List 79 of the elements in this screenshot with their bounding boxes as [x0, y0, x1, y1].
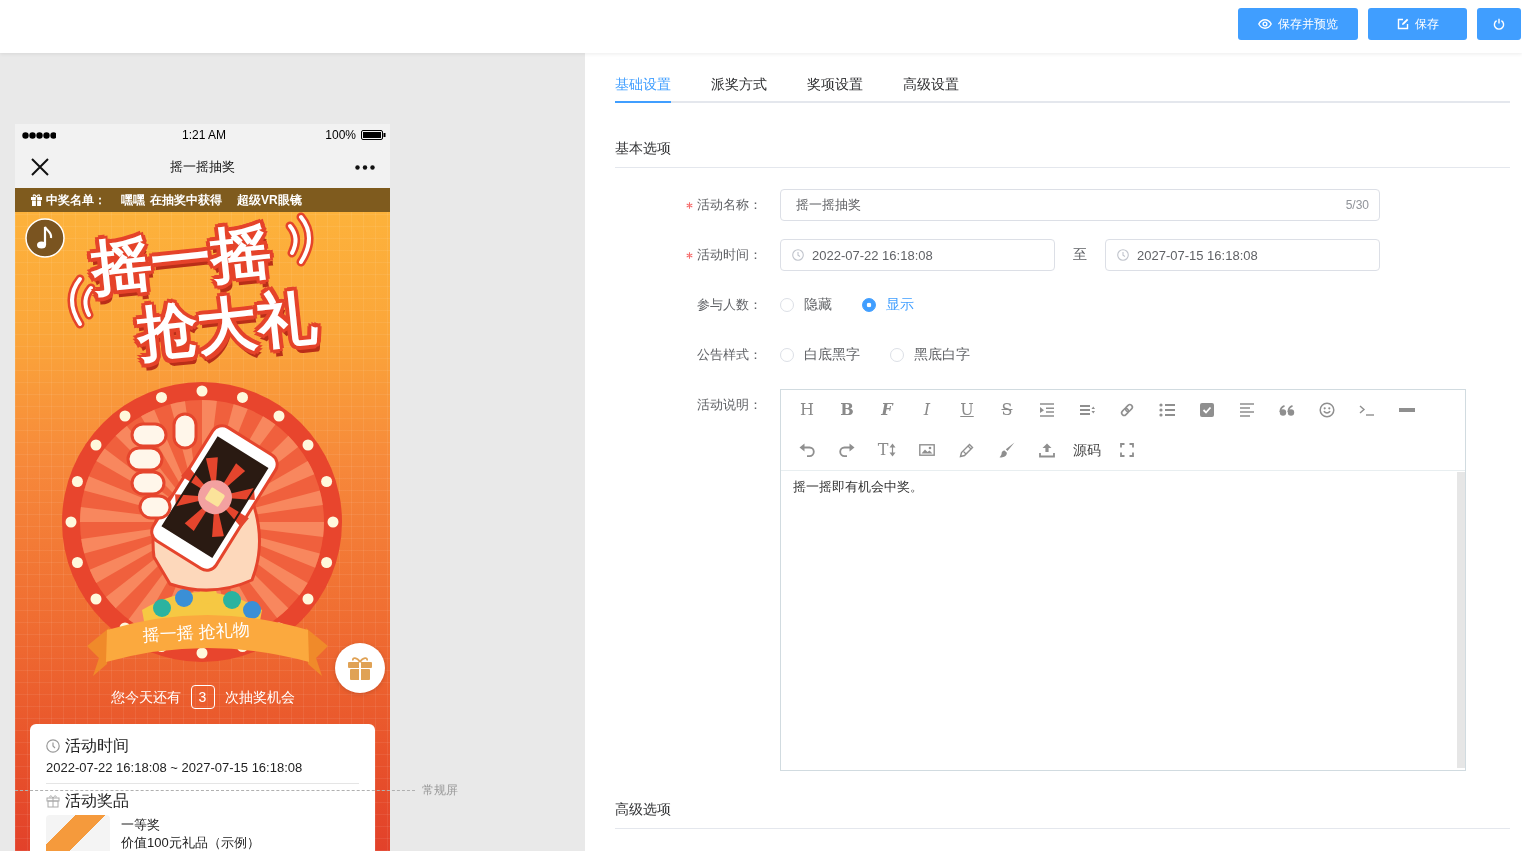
image-icon[interactable] [919, 442, 935, 458]
editor-text-field[interactable]: 摇一摇即有机会中奖。 [781, 471, 1457, 770]
link-icon[interactable] [1119, 402, 1135, 418]
prize-photo-placeholder [46, 815, 110, 851]
radio-label[interactable]: 隐藏 [804, 296, 832, 314]
power-button[interactable] [1477, 8, 1521, 40]
char-counter: 5/30 [1345, 198, 1369, 212]
align-left-icon[interactable] [1239, 402, 1255, 418]
bold-button[interactable]: B [840, 401, 854, 419]
line-height-icon[interactable] [1079, 402, 1095, 418]
prize-name: 一等奖 [121, 817, 161, 833]
more-icon[interactable] [355, 164, 375, 170]
range-separator: 至 [1072, 246, 1088, 264]
tab[interactable]: 派奖方式 [711, 75, 767, 103]
power-icon [1493, 18, 1505, 30]
date-time-input[interactable]: 2027-07-15 16:18:08 [1105, 239, 1380, 271]
date-time-input[interactable]: 2022-07-22 16:18:08 [780, 239, 1055, 271]
winner-text: 在抽奖中获得 [150, 191, 222, 209]
activity-time-range: 2022-07-22 16:18:08 ~ 2027-07-15 16:18:08 [46, 759, 304, 777]
terminal-icon[interactable] [1359, 404, 1375, 416]
eye-icon [1258, 19, 1272, 29]
field-label: 活动时间： [697, 246, 762, 264]
pencil-icon[interactable] [959, 442, 975, 458]
field-label: 活动说明： [697, 396, 762, 414]
edit-icon [1396, 18, 1409, 30]
card-heading: 活动奖品 [65, 791, 129, 811]
field-label: 参与人数： [697, 296, 762, 314]
gift-icon[interactable] [335, 643, 385, 693]
heading-button[interactable]: H [800, 401, 814, 419]
field-label: 活动名称： [697, 196, 762, 214]
music-note-icon[interactable] [25, 218, 65, 258]
ribbon-text: 摇一摇 抢礼物 [142, 619, 251, 647]
card-heading: 活动时间 [65, 736, 129, 756]
radio-button[interactable] [862, 298, 876, 312]
chances-text: 您今天还有 [110, 688, 181, 707]
battery-percent: 100% [325, 128, 356, 142]
page-title: 摇一摇抽奖 [169, 158, 235, 176]
section-title: 高级选项 [615, 800, 672, 819]
winner-prize: 超级VR眼镜 [237, 191, 302, 209]
strikethrough-button[interactable]: S [1001, 401, 1013, 419]
clock-icon [1117, 249, 1129, 261]
undo-icon[interactable] [799, 442, 815, 458]
underline-button[interactable]: U [960, 401, 974, 419]
clock-icon [46, 739, 60, 753]
text-input[interactable]: 摇一摇抽奖 5/30 [780, 189, 1380, 221]
up-down-arrow-icon [889, 443, 897, 457]
close-icon[interactable] [31, 158, 49, 176]
bullet-list-icon[interactable] [1159, 402, 1175, 418]
fold-guide-label: 常规屏 [422, 782, 458, 799]
radio-label[interactable]: 白底黑字 [804, 346, 860, 364]
tab[interactable]: 奖项设置 [807, 75, 863, 103]
scrollbar[interactable] [1457, 472, 1465, 768]
gift-icon [46, 794, 60, 808]
section-title: 基本选项 [615, 139, 672, 158]
smiley-icon[interactable] [1319, 402, 1335, 418]
ticker-label: 中奖名单： [46, 191, 106, 209]
upload-icon[interactable] [1039, 442, 1055, 458]
fullscreen-icon[interactable] [1120, 443, 1134, 457]
radio-label[interactable]: 黑底白字 [914, 346, 970, 364]
battery-icon [361, 130, 386, 140]
source-code-button[interactable]: 源码 [1073, 441, 1101, 459]
winner-name: 嘿嘿 [121, 191, 145, 209]
indent-icon[interactable] [1039, 402, 1055, 418]
field-label: 公告样式： [697, 346, 762, 364]
redo-icon[interactable] [839, 442, 855, 458]
font-size-button[interactable]: T [877, 441, 897, 459]
prize-description: 价值100元礼品（示例） [121, 835, 260, 851]
clock-icon [792, 249, 804, 261]
signal-icon [22, 131, 56, 139]
checkbox-icon[interactable] [1199, 402, 1215, 418]
gift-icon [31, 194, 42, 206]
tab[interactable]: 高级设置 [903, 75, 959, 103]
brush-icon[interactable] [999, 442, 1015, 458]
status-time: 1:21 AM [182, 128, 226, 142]
chances-text: 次抽奖机会 [224, 688, 295, 707]
chance-count: 3 [190, 685, 215, 709]
quote-icon[interactable] [1279, 402, 1295, 418]
italic-button[interactable]: I [923, 401, 931, 419]
font-button[interactable]: F [881, 401, 893, 419]
